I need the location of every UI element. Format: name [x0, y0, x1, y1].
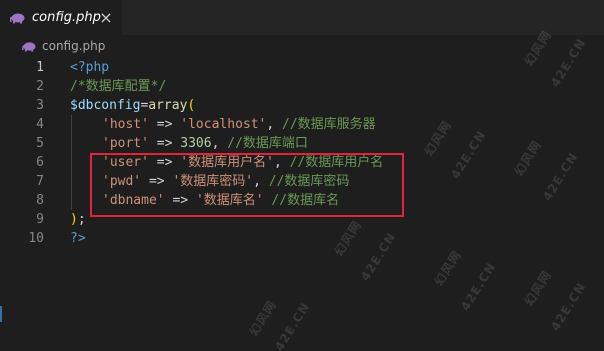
php-elephant-icon: [22, 42, 36, 52]
line-number: 9: [36, 212, 44, 227]
code-line-2: /*数据库配置*/: [70, 77, 166, 96]
code-key: 'port': [102, 136, 149, 151]
code-operator: =>: [148, 117, 181, 132]
code-semicolon: ;: [77, 212, 86, 227]
php-close-tag: ?>: [70, 231, 86, 246]
close-icon[interactable]: ×: [98, 9, 114, 27]
code-comment: //数据库服务器: [282, 117, 376, 132]
php-open-tag: <?php: [70, 60, 110, 75]
line-number: 5: [36, 136, 44, 151]
scroll-marker: [0, 306, 2, 322]
code-line-3: $dbconfig=array(: [70, 96, 195, 115]
code-key: 'host': [102, 117, 149, 132]
code-line-10: ?>: [70, 229, 86, 248]
code-function: array: [148, 98, 188, 113]
code-comma: ,: [266, 117, 283, 132]
code-bracket: (: [187, 98, 196, 113]
code-comment: /*数据库配置*/: [70, 79, 167, 94]
php-elephant-icon: [10, 13, 25, 24]
code-value: 3306: [180, 136, 212, 151]
highlight-box: [90, 153, 404, 217]
code-line-9: );: [70, 210, 86, 229]
code-variable: $dbconfig: [70, 98, 141, 113]
breadcrumb: config.php: [0, 35, 604, 57]
code-comment: //数据库端口: [227, 136, 308, 151]
code-bracket: ): [70, 212, 78, 227]
code-operator: =>: [148, 136, 181, 151]
tab-bar: config.php ×: [0, 0, 604, 35]
line-number: 4: [36, 117, 44, 132]
line-number: 7: [36, 174, 44, 189]
tab-label: config.php: [32, 10, 101, 25]
line-number: 2: [36, 79, 44, 94]
code-line-1: <?php: [70, 58, 109, 77]
code-value: 'localhost': [180, 117, 267, 132]
code-line-4: 'host' => 'localhost', //数据库服务器: [102, 115, 376, 134]
line-number: 10: [28, 231, 44, 246]
line-number: 3: [36, 98, 44, 113]
breadcrumb-file[interactable]: config.php: [42, 38, 105, 54]
code-comma: ,: [211, 136, 228, 151]
code-editor[interactable]: 1 2 3 4 5 6 7 8 9 10 <?php /*数据库配置*/ $db…: [0, 58, 604, 351]
line-number: 8: [36, 193, 44, 208]
line-number: 1: [36, 60, 44, 75]
tab-config-php[interactable]: config.php ×: [0, 0, 122, 35]
indent-guide: [71, 115, 72, 210]
code-line-5: 'port' => 3306, //数据库端口: [102, 134, 308, 153]
line-number: 6: [36, 155, 44, 170]
